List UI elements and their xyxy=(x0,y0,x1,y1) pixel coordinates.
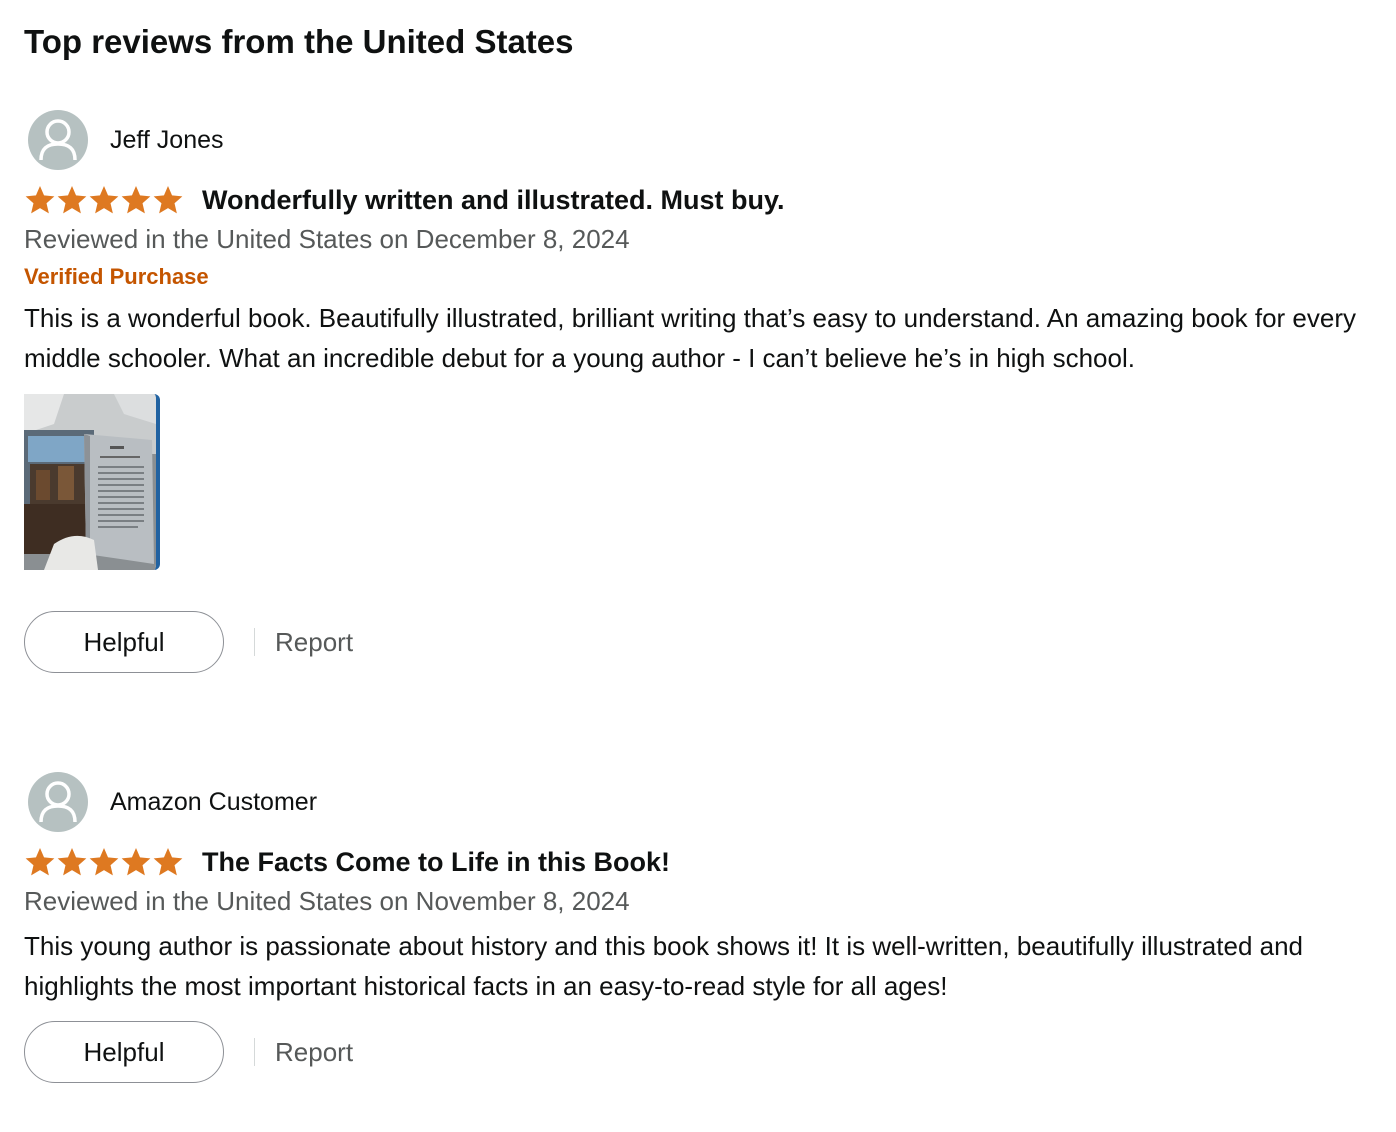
reviewer-profile[interactable]: Amazon Customer xyxy=(24,770,1364,834)
avatar xyxy=(28,110,88,170)
star-icon xyxy=(57,186,87,214)
helpful-button[interactable]: Helpful xyxy=(24,611,224,673)
review-image-container xyxy=(24,394,168,578)
star-icon xyxy=(153,848,183,876)
review-card: Jeff Jones Wonderfully written and illus… xyxy=(24,108,1364,674)
star-icon xyxy=(121,848,151,876)
star-icon xyxy=(89,186,119,214)
star-icon xyxy=(25,848,55,876)
review-title[interactable]: Wonderfully written and illustrated. Mus… xyxy=(202,183,785,217)
actions-divider xyxy=(254,628,255,656)
report-link[interactable]: Report xyxy=(275,627,353,657)
avatar xyxy=(28,772,88,832)
reviewer-name[interactable]: Amazon Customer xyxy=(110,787,317,817)
review-date: Reviewed in the United States on Novembe… xyxy=(24,886,630,916)
star-rating[interactable] xyxy=(24,847,186,877)
star-icon xyxy=(121,186,151,214)
star-icon xyxy=(57,848,87,876)
reviewer-name[interactable]: Jeff Jones xyxy=(110,125,224,155)
review-actions: Helpful Report xyxy=(24,1020,1364,1084)
star-rating[interactable] xyxy=(24,185,186,215)
helpful-button[interactable]: Helpful xyxy=(24,1021,224,1083)
star-icon xyxy=(89,848,119,876)
review-card: Amazon Customer The Facts Come to Life i… xyxy=(24,770,1364,1084)
star-icon xyxy=(25,186,55,214)
review-title-row: Wonderfully written and illustrated. Mus… xyxy=(24,180,1364,220)
review-date: Reviewed in the United States on Decembe… xyxy=(24,224,630,254)
review-actions: Helpful Report xyxy=(24,610,1364,674)
review-title[interactable]: The Facts Come to Life in this Book! xyxy=(202,845,670,879)
book-photo-image xyxy=(24,394,156,570)
report-link[interactable]: Report xyxy=(275,1037,353,1067)
reviewer-profile[interactable]: Jeff Jones xyxy=(24,108,1364,172)
user-silhouette-icon xyxy=(39,781,77,823)
section-title: Top reviews from the United States xyxy=(24,23,574,60)
verified-purchase-badge: Verified Purchase xyxy=(24,264,209,289)
review-body: This young author is passionate about hi… xyxy=(24,931,1304,1001)
review-image-thumbnail[interactable] xyxy=(24,394,160,570)
star-icon xyxy=(153,186,183,214)
review-body: This is a wonderful book. Beautifully il… xyxy=(24,303,1356,373)
reviews-page: Top reviews from the United States Jeff … xyxy=(0,0,1396,1132)
actions-divider xyxy=(254,1038,255,1066)
user-silhouette-icon xyxy=(39,119,77,161)
review-title-row: The Facts Come to Life in this Book! xyxy=(24,842,1364,882)
